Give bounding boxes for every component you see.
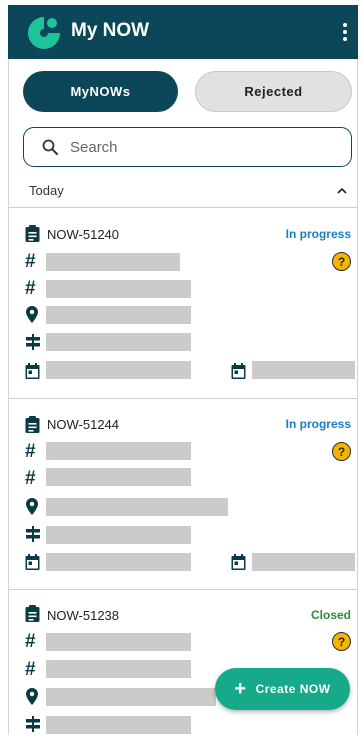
redacted-field [46,498,228,516]
signpost-icon [26,334,40,350]
redacted-field [46,716,191,734]
redacted-field [46,333,191,351]
tab-mynows[interactable]: MyNOWs [23,71,178,112]
signpost-icon [26,526,40,542]
status-badge: Closed [310,608,351,622]
app-logo-icon [28,17,60,49]
redacted-field [46,553,191,571]
redacted-field [46,361,191,379]
section-label: Today [29,183,64,198]
search-box[interactable] [23,127,352,167]
overflow-menu-icon[interactable] [338,19,352,45]
clipboard-icon [25,225,40,242]
redacted-field [252,553,355,571]
hash-icon: # [25,468,36,489]
chevron-up-icon[interactable] [336,185,348,197]
now-card[interactable]: NOW-51240 In progress # ? # [9,208,357,399]
calendar-icon [231,363,246,379]
now-id: NOW-51238 [47,608,120,623]
location-pin-icon [26,688,38,705]
location-pin-icon [26,306,38,323]
search-icon [42,139,58,155]
app-title: My NOW [71,20,150,41]
redacted-field [46,253,180,271]
hash-icon: # [25,251,36,272]
help-icon[interactable]: ? [332,442,351,461]
hash-icon: # [25,631,36,652]
redacted-field [46,660,191,678]
calendar-icon [25,363,40,379]
section-header-today[interactable]: Today [9,180,357,208]
now-card[interactable]: NOW-51238 Closed # ? # [9,590,357,735]
create-now-label: Create NOW [255,682,331,696]
location-pin-icon [26,498,38,515]
clipboard-icon [25,605,40,622]
help-icon[interactable]: ? [332,252,351,271]
redacted-field [46,442,191,460]
search-input[interactable] [70,136,330,158]
plus-icon: + [234,678,247,700]
redacted-field [46,633,191,651]
redacted-field [46,688,216,706]
status-badge: In progress [285,227,351,241]
hash-icon: # [25,278,36,299]
now-id: NOW-51244 [47,417,120,432]
now-card[interactable]: NOW-51244 In progress # ? # [9,399,357,590]
redacted-field [46,468,191,486]
redacted-field [46,306,191,324]
now-id: NOW-51240 [47,227,120,242]
status-badge: In progress [285,417,351,431]
calendar-icon [25,554,40,570]
redacted-field [46,280,191,298]
clipboard-icon [25,416,40,433]
help-icon[interactable]: ? [332,632,351,651]
app-bar: My NOW [8,5,358,59]
hash-icon: # [25,659,36,680]
redacted-field [252,361,355,379]
tab-rejected[interactable]: Rejected [195,71,352,112]
hash-icon: # [25,441,36,462]
signpost-icon [26,716,40,732]
redacted-field [46,526,191,544]
create-now-button[interactable]: + Create NOW [215,668,350,710]
calendar-icon [231,554,246,570]
